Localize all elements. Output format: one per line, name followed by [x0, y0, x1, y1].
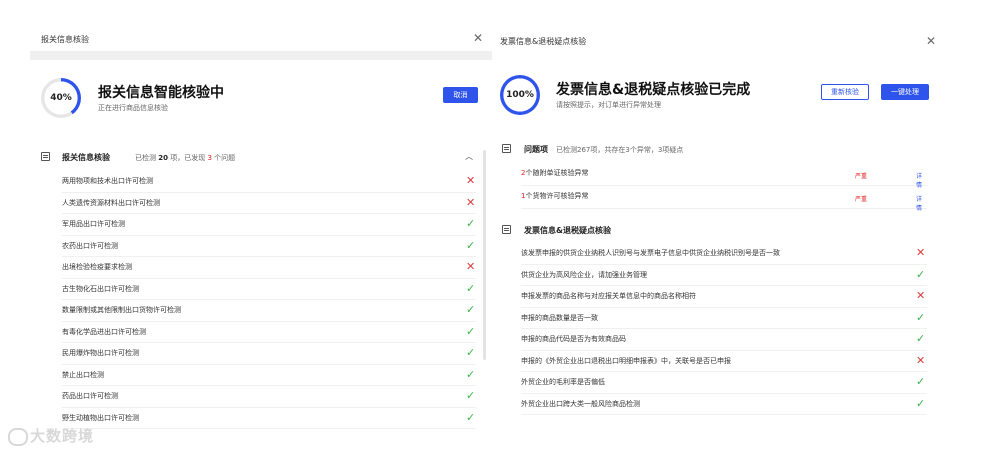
problems-title: 问题项: [524, 145, 548, 154]
image-icon: [502, 144, 511, 153]
fail-cross-icon: ✕: [916, 353, 926, 367]
section-title: 发票信息&退税疑点核验: [524, 226, 611, 235]
list-item: 供货企业为高风险企业，请加强业务管理 ✓: [521, 265, 927, 286]
pass-check-icon: ✓: [466, 367, 476, 381]
check-item-label: 供货企业为高风险企业，请加强业务管理: [521, 270, 647, 279]
check-item-label: 禁止出口检测: [62, 370, 104, 379]
list-item: 禁止出口检测 ✓: [62, 365, 476, 386]
pass-check-icon: ✓: [466, 324, 476, 338]
list-item: 药品出口许可检测 ✓: [62, 386, 476, 408]
check-item-label: 两用物项和技术出口许可检测: [62, 177, 153, 185]
fail-cross-icon: ✕: [466, 195, 476, 209]
list-item: 两用物项和技术出口许可检测 ✕: [62, 171, 476, 193]
progress-ring: 40%: [41, 78, 81, 118]
check-item-label: 野生动植物出口许可检测: [62, 413, 139, 422]
invoice-check-dialog: 发票信息&退税疑点核验 ✕ 100% 发票信息&退税疑点核验已完成 请按照提示，…: [492, 22, 944, 432]
page-title: 发票信息&退税疑点核验已完成: [556, 82, 751, 98]
fail-cross-icon: ✕: [916, 246, 926, 259]
pass-check-icon: ✓: [466, 217, 476, 230]
problem-row: 2个随附单证核验异常 严重 详情: [521, 163, 927, 189]
collapse-icon[interactable]: ︿: [465, 151, 473, 162]
list-item: 古生物化石出口许可检测 ✓: [62, 279, 476, 300]
list-item: 外贸企业出口跨大类一般风险商品检测 ✓: [521, 394, 927, 415]
list-item: 数量限制或其他限制出口货物许可检测 ✓: [62, 300, 476, 322]
check-item-label: 申报的商品代码是否为有效商品码: [521, 335, 626, 343]
dialog-title: 报关信息核验: [41, 35, 89, 44]
section-title: 报关信息核验: [62, 153, 110, 162]
list-item: 人类遗传资源材料出口许可检测 ✕: [62, 193, 476, 214]
section-summary: 已检测 20 项，已发现 3 个问题: [135, 154, 236, 162]
progress-ring: 100%: [500, 75, 540, 115]
problems-summary: 已检测267项，共存在3个异常，3项疑点: [556, 146, 684, 154]
pass-check-icon: ✓: [466, 389, 476, 402]
check-item-label: 古生物化石出口许可检测: [62, 284, 139, 293]
list-item: 申报发票的商品名称与对应报关单信息中的商品名称相符 ✕: [521, 286, 927, 308]
pass-check-icon: ✓: [916, 310, 926, 324]
check-item-label: 数量限制或其他限制出口货物许可检测: [62, 306, 181, 314]
check-item-label: 农药出口许可检测: [62, 241, 118, 250]
pass-check-icon: ✓: [466, 281, 476, 295]
list-item: 申报的商品代码是否为有效商品码 ✓: [521, 329, 927, 351]
pass-check-icon: ✓: [466, 346, 476, 359]
pass-check-icon: ✓: [466, 238, 476, 252]
status-subtitle: 正在进行商品信息核验: [98, 104, 168, 112]
watermark-logo-icon: [8, 427, 28, 446]
check-item-label: 外贸企业出口跨大类一般风险商品检测: [521, 399, 640, 408]
status-subtitle: 请按照提示，对订单进行异常处理: [556, 101, 661, 109]
list-item: 军用品出口许可检测 ✓: [62, 214, 476, 236]
cancel-button[interactable]: 取消: [443, 87, 478, 103]
list-icon: [502, 225, 511, 234]
pass-check-icon: ✓: [916, 267, 926, 281]
scrollbar[interactable]: [483, 150, 486, 360]
check-item-label: 该发票申报的供货企业纳税人识别号与发票电子信息中供货企业纳税识别号是否一致: [521, 249, 780, 257]
check-item-label: 民用爆炸物出口许可检测: [62, 349, 139, 357]
divider: [30, 51, 492, 60]
progress-label: 100%: [506, 90, 534, 100]
watermark: 大数跨境: [8, 425, 94, 446]
pass-check-icon: ✓: [916, 375, 926, 388]
severity-badge: 严重: [855, 196, 868, 203]
list-item: 民用爆炸物出口许可检测 ✓: [62, 343, 476, 365]
recheck-button[interactable]: 重新核验: [821, 84, 869, 100]
check-item-label: 申报发票的商品名称与对应报关单信息中的商品名称相符: [521, 292, 696, 300]
page-title: 报关信息智能核验中: [98, 85, 224, 101]
list-icon: [41, 152, 50, 161]
one-click-handle-button[interactable]: 一键处理: [881, 84, 929, 100]
progress-label: 40%: [50, 93, 72, 103]
problem-text: 1个货物许可核验异常: [521, 192, 589, 200]
close-icon[interactable]: ✕: [926, 34, 936, 48]
dialog-title: 发票信息&退税疑点核验: [500, 37, 587, 46]
check-item-label: 申报的商品数量是否一致: [521, 313, 598, 322]
fail-cross-icon: ✕: [916, 289, 926, 302]
check-item-label: 药品出口许可检测: [62, 392, 118, 400]
close-icon[interactable]: ✕: [473, 31, 483, 45]
check-item-label: 有毒化学品进出口许可检测: [62, 327, 146, 336]
list-item: 该发票申报的供货企业纳税人识别号与发票电子信息中供货企业纳税识别号是否一致 ✕: [521, 243, 927, 265]
customs-check-dialog: 报关信息核验 ✕ 40% 报关信息智能核验中 正在进行商品信息核验 取消 报关信…: [30, 22, 492, 432]
problem-text: 2个随附单证核验异常: [521, 169, 589, 177]
check-item-label: 人类遗传资源材料出口许可检测: [62, 198, 160, 207]
pass-check-icon: ✓: [916, 396, 926, 410]
check-item-label: 军用品出口许可检测: [62, 220, 125, 228]
list-item: 外贸企业的毛利率是否偏低 ✓: [521, 372, 927, 394]
check-item-label: 出境检验检疫要求检测: [62, 263, 132, 271]
check-item-label: 外贸企业的毛利率是否偏低: [521, 378, 605, 386]
fail-cross-icon: ✕: [466, 260, 476, 273]
severity-badge: 严重: [855, 173, 868, 180]
list-item: 申报的商品数量是否一致 ✓: [521, 308, 927, 329]
check-item-label: 申报的《外贸企业出口退税出口明细申报表》中，关联号是否已申报: [521, 356, 731, 365]
list-item: 出境检验检疫要求检测 ✕: [62, 257, 476, 279]
fail-cross-icon: ✕: [466, 174, 476, 187]
details-link[interactable]: 详情: [916, 194, 927, 212]
pass-check-icon: ✓: [466, 410, 476, 424]
list-item: 有毒化学品进出口许可检测 ✓: [62, 322, 476, 343]
pass-check-icon: ✓: [466, 303, 476, 316]
list-item: 野生动植物出口许可检测 ✓: [62, 408, 476, 429]
list-item: 农药出口许可检测 ✓: [62, 236, 476, 257]
list-item: 申报的《外贸企业出口退税出口明细申报表》中，关联号是否已申报 ✕: [521, 351, 927, 372]
pass-check-icon: ✓: [916, 332, 926, 345]
problem-row: 1个货物许可核验异常严重 详情: [521, 186, 927, 212]
